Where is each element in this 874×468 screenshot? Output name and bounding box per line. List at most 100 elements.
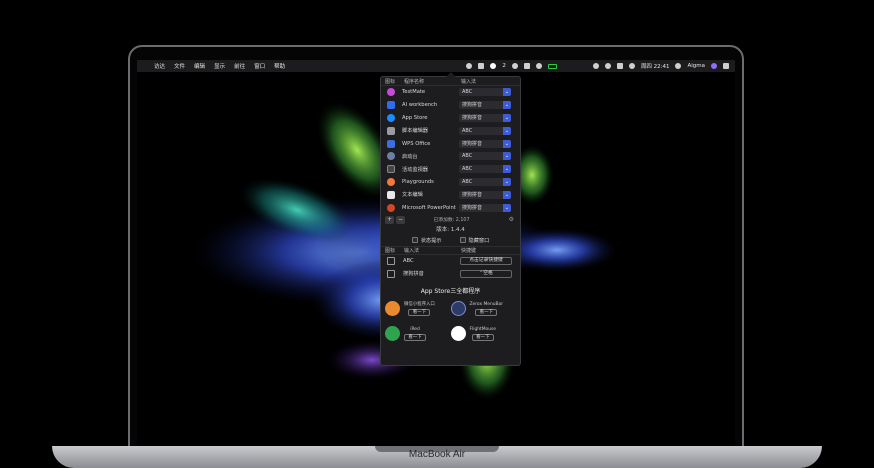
gear-icon[interactable]: ⚙ xyxy=(509,216,514,223)
app-name: Microsoft PowerPoint xyxy=(402,204,456,211)
app-row[interactable]: Playgrounds ABC ⌄ xyxy=(381,176,520,189)
volume-icon[interactable] xyxy=(616,63,623,69)
app-row[interactable]: 文本编辑 搜狗拼音 ⌄ xyxy=(381,188,520,201)
hide-window-checkbox[interactable]: 隐藏窗口 xyxy=(459,237,490,244)
chevron-down-icon: ⌄ xyxy=(503,190,511,199)
checkbox-box[interactable] xyxy=(459,237,466,244)
input-method-select[interactable]: 搜狗拼音 ⌄ xyxy=(459,101,511,110)
clock[interactable]: 周四 22:41 xyxy=(641,62,670,70)
status-tip-checkbox[interactable]: 状态提示 xyxy=(411,237,442,244)
launchpad-icon xyxy=(387,152,395,161)
chevron-down-icon: ⌄ xyxy=(503,126,511,135)
app-row[interactable]: App Store 搜狗拼音 ⌄ xyxy=(381,112,520,125)
shortcut-button[interactable]: ⌃空格 xyxy=(460,269,512,278)
header-input-method-name: 输入法 xyxy=(404,247,420,254)
view-app-button[interactable]: 看一下 xyxy=(475,308,498,316)
checkbox-label: 隐藏窗口 xyxy=(468,237,490,244)
select-value: 搜狗拼音 xyxy=(462,140,483,147)
app-name: 启动台 xyxy=(402,153,418,160)
header-shortcut: 快捷键 xyxy=(461,247,477,254)
checkbox-box[interactable] xyxy=(411,237,418,244)
view-app-button[interactable]: 看一下 xyxy=(471,333,494,341)
select-value: 搜狗拼音 xyxy=(462,114,483,121)
input-method-name: ABC xyxy=(403,258,414,265)
menu-item-finder[interactable]: 访达 xyxy=(154,62,165,70)
menu-item-view[interactable]: 显示 xyxy=(214,62,225,70)
header-icon: 图标 xyxy=(385,78,396,85)
select-value: ABC xyxy=(462,127,473,134)
suite-app-name: 微信小程序入口 xyxy=(404,302,435,308)
view-app-button[interactable]: 看一下 xyxy=(408,309,431,317)
view-app-button[interactable]: 看一下 xyxy=(404,333,426,341)
app-row[interactable]: TestMate ABC ⌄ xyxy=(381,86,520,99)
user-name[interactable]: Aigma xyxy=(687,63,705,69)
input-method-row: ABC 点击记录快捷键 xyxy=(381,255,520,268)
app-name: App Store xyxy=(402,114,428,121)
suite-app: Zerox MenuBar 看一下 xyxy=(450,299,517,319)
input-method-select[interactable]: ABC ⌄ xyxy=(459,177,511,186)
app-row[interactable]: Microsoft PowerPoint 搜狗拼音 ⌄ xyxy=(381,201,520,214)
chevron-down-icon: ⌄ xyxy=(503,139,511,148)
chevron-down-icon: ⌄ xyxy=(503,113,511,122)
input-method-select[interactable]: 搜狗拼音 ⌄ xyxy=(459,113,511,122)
app-row[interactable]: 启动台 ABC ⌄ xyxy=(381,150,520,163)
textedit-icon xyxy=(387,190,395,199)
app-row[interactable]: 活动监视器 ABC ⌄ xyxy=(381,163,520,176)
ired-icon xyxy=(385,326,400,342)
app-name: 文本编辑 xyxy=(402,192,423,199)
app-row[interactable]: 脚本编辑器 ABC ⌄ xyxy=(381,124,520,137)
activity-monitor-icon xyxy=(387,165,395,174)
status-input-switch-icon[interactable] xyxy=(490,63,497,69)
clipboard-icon[interactable] xyxy=(523,63,530,69)
app-row[interactable]: AI workbench 搜狗拼音 ⌄ xyxy=(381,99,520,112)
input-method-select[interactable]: 搜狗拼音 ⌄ xyxy=(459,203,511,212)
model-label: MacBook Air xyxy=(408,449,466,460)
suite-apps: 微信小程序入口 看一下 Zerox MenuBar 看一下 iRed 看一下 F… xyxy=(381,299,520,344)
header-input-method: 输入法 xyxy=(461,78,477,85)
input-method-popup: 图标 程序名称 输入法 TestMate ABC ⌄ AI workbench 搜… xyxy=(380,72,521,366)
select-value: ABC xyxy=(462,153,473,160)
input-method-select[interactable]: ABC ⌄ xyxy=(459,88,511,97)
zerox-menubar-icon xyxy=(450,301,466,317)
menu-item-help[interactable]: 帮助 xyxy=(274,62,285,70)
status-keyboard-icon[interactable] xyxy=(478,63,485,69)
wifi-icon[interactable] xyxy=(535,63,542,69)
menu-item-go[interactable]: 前往 xyxy=(234,62,245,70)
battery-icon[interactable] xyxy=(547,63,557,69)
menu-item-edit[interactable]: 编辑 xyxy=(194,62,205,70)
menu-item-file[interactable]: 文件 xyxy=(174,62,185,70)
search-icon[interactable] xyxy=(592,63,599,69)
screen: 访达 文件 编辑 显示 前往 窗口 帮助 2 周四 22:41 Aigma 图标… xyxy=(137,60,735,448)
input-method-select[interactable]: 搜狗拼音 ⌄ xyxy=(459,139,511,148)
bluetooth-icon[interactable] xyxy=(604,63,611,69)
spotlight-icon[interactable] xyxy=(675,63,682,69)
status-app-icon[interactable] xyxy=(466,63,473,69)
app-row[interactable]: WPS Office 搜狗拼音 ⌄ xyxy=(381,137,520,150)
app-name: Playgrounds xyxy=(402,178,434,185)
app-name: AI workbench xyxy=(402,102,438,109)
notification-icon[interactable] xyxy=(511,63,518,69)
record-shortcut-button[interactable]: 点击记录快捷键 xyxy=(460,257,512,266)
input-method-select[interactable]: ABC ⌄ xyxy=(459,152,511,161)
testmate-icon xyxy=(387,88,395,97)
input-method-select[interactable]: ABC ⌄ xyxy=(459,165,511,174)
siri-icon[interactable] xyxy=(711,63,717,69)
suite-title: App Store三全都程序 xyxy=(420,287,481,295)
language-icon[interactable] xyxy=(628,63,635,69)
suite-app: FlightMouse 看一下 xyxy=(450,324,517,344)
ai-workbench-icon xyxy=(387,101,395,110)
chevron-down-icon: ⌄ xyxy=(503,177,511,186)
chevron-down-icon: ⌄ xyxy=(503,88,511,97)
weapp-icon xyxy=(385,301,400,317)
menu-item-window[interactable]: 窗口 xyxy=(254,62,265,70)
input-method-select[interactable]: 搜狗拼音 ⌄ xyxy=(459,190,511,199)
chevron-down-icon: ⌄ xyxy=(503,203,511,212)
suite-app-name: Zerox MenuBar xyxy=(469,301,504,307)
select-value: 搜狗拼音 xyxy=(462,204,483,211)
input-method-table-header: 图标 输入法 快捷键 xyxy=(381,245,520,255)
script-editor-icon xyxy=(387,126,395,135)
control-center-icon[interactable] xyxy=(723,63,729,69)
header-icon: 图标 xyxy=(385,247,396,254)
status-area: 2 周四 22:41 Aigma xyxy=(466,60,729,72)
input-method-select[interactable]: ABC ⌄ xyxy=(459,126,511,135)
